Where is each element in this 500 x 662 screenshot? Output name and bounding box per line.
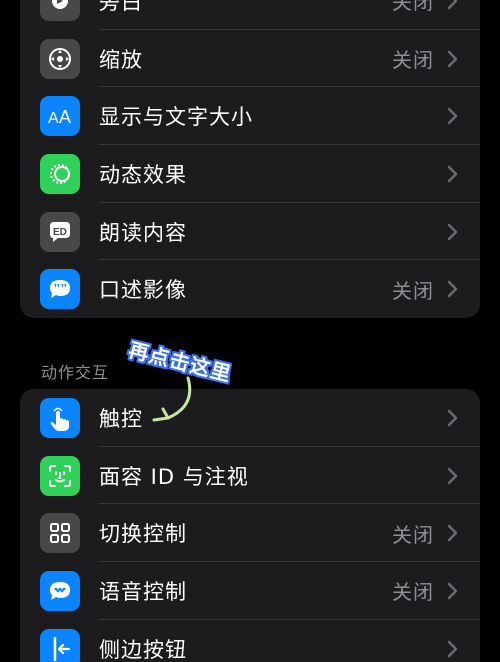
voice-control-value: 关闭 — [392, 580, 434, 605]
spoken-content-row[interactable]: ED 朗读内容 — [20, 203, 480, 261]
touch-row[interactable]: 触控 — [20, 389, 480, 447]
face-id-attention-row[interactable]: 面容 ID 与注视 — [20, 447, 480, 505]
zoom-label: 缩放 — [99, 47, 143, 72]
vision-settings-group: 旁白 关闭 缩放 关闭 AA 显示与文字大小 动态效果 ED 朗读内容 " " … — [20, 0, 480, 318]
voiceover-icon — [40, 0, 80, 21]
voice-control-icon — [40, 570, 80, 611]
touch-label: 触控 — [99, 406, 143, 431]
chevron-right-icon — [447, 524, 458, 542]
svg-text:": " — [60, 282, 68, 297]
display-text-size-row[interactable]: AA 显示与文字大小 — [20, 87, 480, 146]
chevron-right-icon — [447, 467, 458, 484]
svg-text:ED: ED — [53, 227, 67, 238]
motion-label: 动态效果 — [99, 162, 187, 187]
text-size-icon: AA — [40, 96, 80, 137]
touch-icon — [40, 397, 80, 438]
audio-description-label: 口述影像 — [99, 278, 187, 303]
voiceover-label: 旁白 — [99, 0, 143, 14]
switch-control-row[interactable]: 切换控制 关闭 — [20, 504, 480, 563]
motion-row[interactable]: 动态效果 — [20, 145, 480, 203]
interaction-settings-group: 触控 面容 ID 与注视 切换控制 关闭 语音控制 关闭 侧边按钮 — [20, 389, 480, 662]
zoom-value: 关闭 — [392, 48, 434, 73]
chevron-right-icon — [447, 640, 458, 657]
svg-text:A: A — [48, 110, 59, 127]
display-text-size-label: 显示与文字大小 — [99, 105, 253, 130]
spoken-content-label: 朗读内容 — [99, 220, 187, 245]
annotation-arrow-icon — [152, 376, 192, 422]
voiceover-value: 关闭 — [392, 0, 434, 15]
spoken-content-icon: ED — [40, 211, 80, 252]
audio-description-value: 关闭 — [392, 278, 434, 303]
side-button-row[interactable]: 侧边按钮 — [20, 620, 480, 662]
chevron-right-icon — [447, 50, 458, 67]
switch-control-value: 关闭 — [392, 522, 434, 547]
switch-control-icon — [40, 513, 80, 554]
svg-text:A: A — [59, 107, 71, 127]
switch-control-label: 切换控制 — [99, 522, 187, 547]
chevron-right-icon — [447, 223, 458, 240]
chevron-right-icon — [447, 165, 458, 183]
side-button-label: 侧边按钮 — [99, 637, 187, 662]
motion-icon — [40, 153, 80, 194]
audio-description-row[interactable]: " " 口述影像 关闭 — [20, 260, 480, 318]
voice-control-row[interactable]: 语音控制 关闭 — [20, 562, 480, 620]
face-id-attention-label: 面容 ID 与注视 — [99, 464, 249, 489]
side-button-icon — [40, 628, 80, 662]
voiceover-row[interactable]: 旁白 关闭 — [20, 0, 480, 30]
voice-control-label: 语音控制 — [99, 579, 187, 604]
chevron-right-icon — [447, 107, 458, 125]
audio-description-icon: " " — [40, 269, 80, 310]
chevron-right-icon — [447, 409, 458, 427]
zoom-icon — [40, 38, 80, 79]
chevron-right-icon — [447, 281, 458, 298]
interaction-section-header: 动作交互 — [41, 363, 110, 382]
face-id-icon — [40, 455, 80, 496]
zoom-row[interactable]: 缩放 关闭 — [20, 30, 480, 88]
chevron-right-icon — [447, 582, 458, 600]
chevron-right-icon — [447, 0, 458, 10]
